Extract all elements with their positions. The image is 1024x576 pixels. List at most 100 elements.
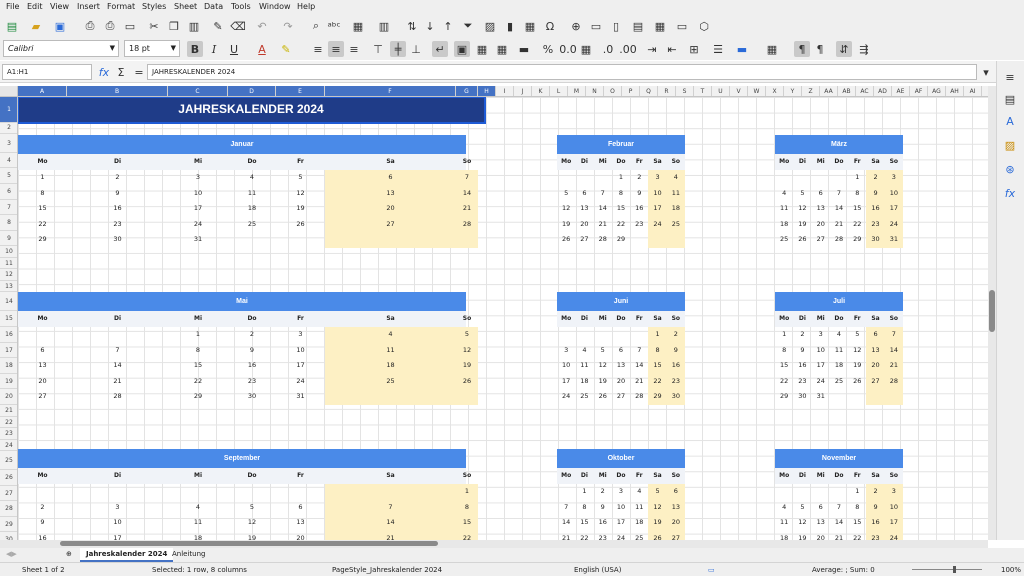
column-header[interactable]: AF [910, 86, 928, 96]
day-cell[interactable]: 15 [648, 358, 667, 374]
column-header[interactable]: C [168, 86, 228, 96]
day-cell[interactable]: 15 [848, 515, 866, 531]
print-preview-icon[interactable]: ▭ [122, 18, 138, 34]
save-icon[interactable]: ▣ [52, 18, 68, 34]
day-cell[interactable]: 12 [276, 186, 325, 202]
column-header[interactable]: H [478, 86, 496, 96]
day-cell[interactable]: 18 [666, 201, 685, 217]
day-cell[interactable]: 1 [848, 170, 866, 186]
day-cell[interactable]: 18 [168, 531, 228, 541]
day-cell[interactable]: 7 [557, 500, 575, 516]
day-cell[interactable]: 14 [325, 515, 456, 531]
day-cell[interactable]: 17 [884, 515, 903, 531]
day-cell[interactable]: 30 [67, 232, 168, 248]
currency-icon[interactable]: ▬ [516, 41, 532, 57]
day-cell[interactable]: 3 [812, 327, 830, 343]
row-header[interactable]: 27 [0, 486, 17, 502]
day-cell[interactable]: 4 [228, 170, 276, 186]
day-cell[interactable]: 1 [848, 484, 866, 500]
zoom-slider[interactable] [912, 569, 982, 570]
day-cell[interactable]: 20 [812, 217, 830, 233]
row-header[interactable]: 14 [0, 292, 17, 312]
select-all-corner[interactable] [0, 86, 18, 97]
day-cell[interactable]: 20 [812, 531, 830, 541]
month-header[interactable]: Januar [18, 135, 466, 154]
functions-icon[interactable]: fx [1002, 185, 1018, 201]
day-cell[interactable]: 3 [612, 484, 630, 500]
underline-icon[interactable]: U [226, 41, 242, 57]
day-cell[interactable]: 14 [594, 201, 612, 217]
day-cell[interactable]: 7 [830, 186, 848, 202]
menu-sheet[interactable]: Sheet [174, 2, 197, 11]
day-cell[interactable] [793, 170, 811, 186]
day-cell[interactable]: 6 [18, 343, 67, 359]
day-cell[interactable]: 15 [612, 201, 630, 217]
day-cell[interactable] [276, 232, 325, 248]
day-cell[interactable] [830, 484, 848, 500]
day-cell[interactable]: 24 [812, 374, 830, 390]
day-cell[interactable]: 3 [67, 500, 168, 516]
day-cell[interactable]: 23 [67, 217, 168, 233]
add-sheet-icon[interactable]: ⊕ [66, 550, 72, 558]
column-header[interactable]: I [496, 86, 514, 96]
day-cell[interactable]: 9 [594, 500, 612, 516]
column-header[interactable]: AG [928, 86, 946, 96]
month-header[interactable]: Juni [557, 292, 685, 311]
day-cell[interactable]: 29 [648, 389, 667, 405]
day-cell[interactable]: 7 [630, 343, 648, 359]
day-cell[interactable]: 24 [612, 531, 630, 541]
day-cell[interactable]: 26 [456, 373, 478, 389]
merge-cells-icon[interactable]: ▦ [474, 41, 490, 57]
day-cell[interactable]: 17 [648, 201, 667, 217]
day-cell[interactable]: 6 [666, 484, 685, 500]
day-cell[interactable] [325, 232, 456, 248]
month-header[interactable]: November [775, 449, 903, 468]
day-cell[interactable]: 27 [575, 232, 593, 248]
day-cell[interactable]: 28 [67, 389, 168, 405]
tab-jahreskalender[interactable]: Jahreskalender 2024 [80, 548, 174, 562]
day-cell[interactable]: 13 [325, 185, 456, 201]
day-cell[interactable]: 5 [793, 186, 811, 202]
row-header[interactable]: 25 [0, 451, 17, 470]
day-cell[interactable]: 7 [456, 170, 478, 186]
day-cell[interactable]: 4 [325, 327, 456, 343]
day-cell[interactable]: 29 [168, 389, 228, 405]
column-header[interactable]: F [325, 86, 456, 96]
day-cell[interactable]: 11 [575, 358, 593, 374]
day-cell[interactable] [630, 327, 648, 343]
status-language[interactable]: English (USA) [574, 566, 621, 574]
day-cell[interactable]: 13 [612, 358, 630, 374]
menu-tools[interactable]: Tools [231, 2, 251, 11]
day-cell[interactable]: 14 [67, 358, 168, 374]
cut-icon[interactable]: ✂ [146, 18, 162, 34]
row-header[interactable]: 18 [0, 358, 17, 374]
day-cell[interactable]: 11 [775, 515, 793, 531]
percent-icon[interactable]: % [540, 41, 556, 57]
row-header[interactable]: 4 [0, 153, 17, 169]
day-cell[interactable]: 27 [666, 530, 685, 540]
day-cell[interactable]: 17 [67, 531, 168, 541]
day-cell[interactable]: 20 [666, 515, 685, 531]
day-cell[interactable]: 14 [884, 342, 903, 358]
day-cell[interactable]: 5 [557, 186, 575, 202]
menu-icon[interactable]: ≡ [1002, 69, 1018, 85]
day-cell[interactable] [67, 327, 168, 343]
day-cell[interactable] [775, 170, 793, 186]
row-header[interactable]: 30 [0, 532, 17, 540]
day-cell[interactable]: 15 [775, 358, 793, 374]
day-cell[interactable]: 22 [612, 217, 630, 233]
day-cell[interactable] [575, 170, 593, 186]
day-cell[interactable]: 17 [557, 374, 575, 390]
row-header[interactable]: 12 [0, 269, 17, 281]
row-header[interactable]: 9 [0, 231, 17, 247]
chevron-down-icon[interactable]: ▼ [110, 44, 115, 52]
day-cell[interactable]: 3 [884, 484, 903, 500]
day-cell[interactable]: 6 [325, 170, 456, 186]
sum-icon[interactable]: Σ [113, 64, 129, 80]
day-cell[interactable]: 25 [830, 374, 848, 390]
day-cell[interactable]: 6 [812, 500, 830, 516]
day-cell[interactable]: 11 [666, 185, 685, 201]
day-cell[interactable]: 7 [830, 500, 848, 516]
day-cell[interactable]: 29 [18, 232, 67, 248]
pivot-table-icon[interactable]: ▦ [522, 18, 538, 34]
